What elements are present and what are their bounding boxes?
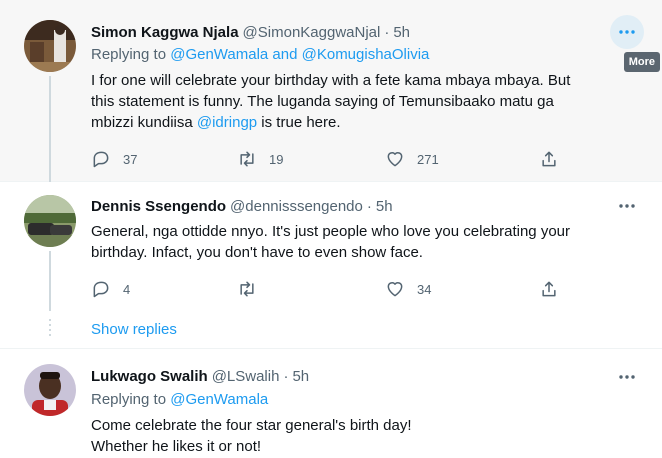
text-segment: mbizzi kundiisa: [91, 114, 197, 131]
replying-to: Replying to @GenWamala: [91, 391, 268, 408]
tweet-text-line: mbizzi kundiisa @idringp is true here.: [91, 112, 641, 133]
author-name[interactable]: Simon Kaggwa Njala: [91, 24, 239, 41]
thread-dotted-line: [49, 319, 51, 339]
tweet-actions: 4 34: [91, 279, 561, 299]
separator-dot: ·: [366, 197, 372, 215]
avatar[interactable]: [24, 20, 76, 72]
replying-prefix: Replying to: [91, 391, 171, 408]
tweet-dennis-ssengendo[interactable]: Dennis Ssengendo @dennisssengendo · 5h G…: [0, 183, 662, 349]
tweet-header: Simon Kaggwa Njala @SimonKaggwaNjal · 5h: [91, 21, 410, 43]
tweet-lukwago-swalih[interactable]: Lukwago Swalih @LSwalih · 5h Replying to…: [0, 350, 662, 458]
tweet-text: General, nga ottidde nnyo. It's just peo…: [91, 221, 641, 263]
reply-icon: [93, 151, 109, 168]
separator-dot: ·: [283, 367, 289, 385]
author-name[interactable]: Dennis Ssengendo: [91, 198, 226, 215]
tweet-text-line: General, nga ottidde nnyo. It's just peo…: [91, 223, 570, 240]
author-handle[interactable]: @dennisssengendo: [230, 198, 363, 215]
tweet-text: I for one will celebrate your birthday w…: [91, 70, 641, 133]
share-button[interactable]: [539, 279, 559, 299]
share-icon: [542, 281, 556, 297]
tweet-simon-kaggwa-njala[interactable]: Simon Kaggwa Njala @SimonKaggwaNjal · 5h…: [0, 0, 662, 182]
tweet-text-line: I for one will celebrate your birthday w…: [91, 72, 571, 89]
show-replies-link[interactable]: Show replies: [91, 321, 177, 338]
replying-to: Replying to @GenWamala and @KomugishaOli…: [91, 46, 429, 63]
reply-icon: [93, 281, 109, 298]
retweet-icon: [240, 281, 254, 297]
tweet-header: Lukwago Swalih @LSwalih · 5h: [91, 365, 309, 387]
retweet-count: 19: [269, 151, 284, 167]
heart-icon: [387, 282, 403, 297]
reply-count: 37: [123, 151, 138, 167]
tweet-text-line: birthday. Infact, you don't have to even…: [91, 244, 423, 261]
reply-button[interactable]: 37: [91, 149, 137, 169]
separator-dot: ·: [384, 23, 390, 41]
avatar[interactable]: [24, 195, 76, 247]
replying-prefix: Replying to: [91, 46, 171, 63]
like-button[interactable]: 34: [385, 279, 431, 299]
tweet-text-line: Come celebrate the four star general's b…: [91, 417, 412, 434]
timestamp[interactable]: 5h: [376, 198, 393, 215]
like-count: 34: [417, 281, 432, 297]
reply-button[interactable]: 4: [91, 279, 130, 299]
share-icon: [542, 151, 556, 167]
tweet-text-line: this statement is funny. The luganda say…: [91, 93, 554, 110]
retweet-button[interactable]: 19: [237, 149, 283, 169]
more-button[interactable]: [610, 15, 644, 49]
replying-to-link[interactable]: @GenWamala: [170, 391, 268, 408]
more-button[interactable]: [610, 189, 644, 223]
thread-line: [49, 76, 51, 182]
avatar[interactable]: [24, 364, 76, 416]
retweet-button[interactable]: [237, 279, 269, 299]
tweet-actions: 37 19 271: [91, 149, 561, 169]
more-tooltip: More: [623, 52, 660, 72]
retweet-icon: [240, 151, 254, 167]
tweet-text-line: Whether he likes it or not!: [91, 438, 262, 455]
more-button[interactable]: [610, 360, 644, 394]
more-dots-icon: [619, 375, 635, 379]
reply-count: 4: [123, 281, 131, 297]
author-handle[interactable]: @SimonKaggwaNjal: [243, 24, 381, 41]
thread-line: [49, 251, 51, 311]
heart-icon: [387, 152, 403, 167]
replying-to-link[interactable]: @GenWamala and @KomugishaOlivia: [170, 46, 429, 63]
timestamp[interactable]: 5h: [393, 24, 410, 41]
like-button[interactable]: 271: [385, 149, 439, 169]
timestamp[interactable]: 5h: [292, 368, 309, 385]
more-dots-icon: [619, 30, 635, 34]
mention-link[interactable]: @idringp: [197, 114, 257, 131]
author-handle[interactable]: @LSwalih: [212, 368, 280, 385]
text-segment: is true here.: [257, 114, 341, 131]
like-count: 271: [417, 151, 439, 167]
tweet-header: Dennis Ssengendo @dennisssengendo · 5h: [91, 195, 393, 217]
share-button[interactable]: [539, 149, 559, 169]
author-name[interactable]: Lukwago Swalih: [91, 368, 208, 385]
tweet-text: Come celebrate the four star general's b…: [91, 415, 641, 457]
more-dots-icon: [619, 204, 635, 208]
